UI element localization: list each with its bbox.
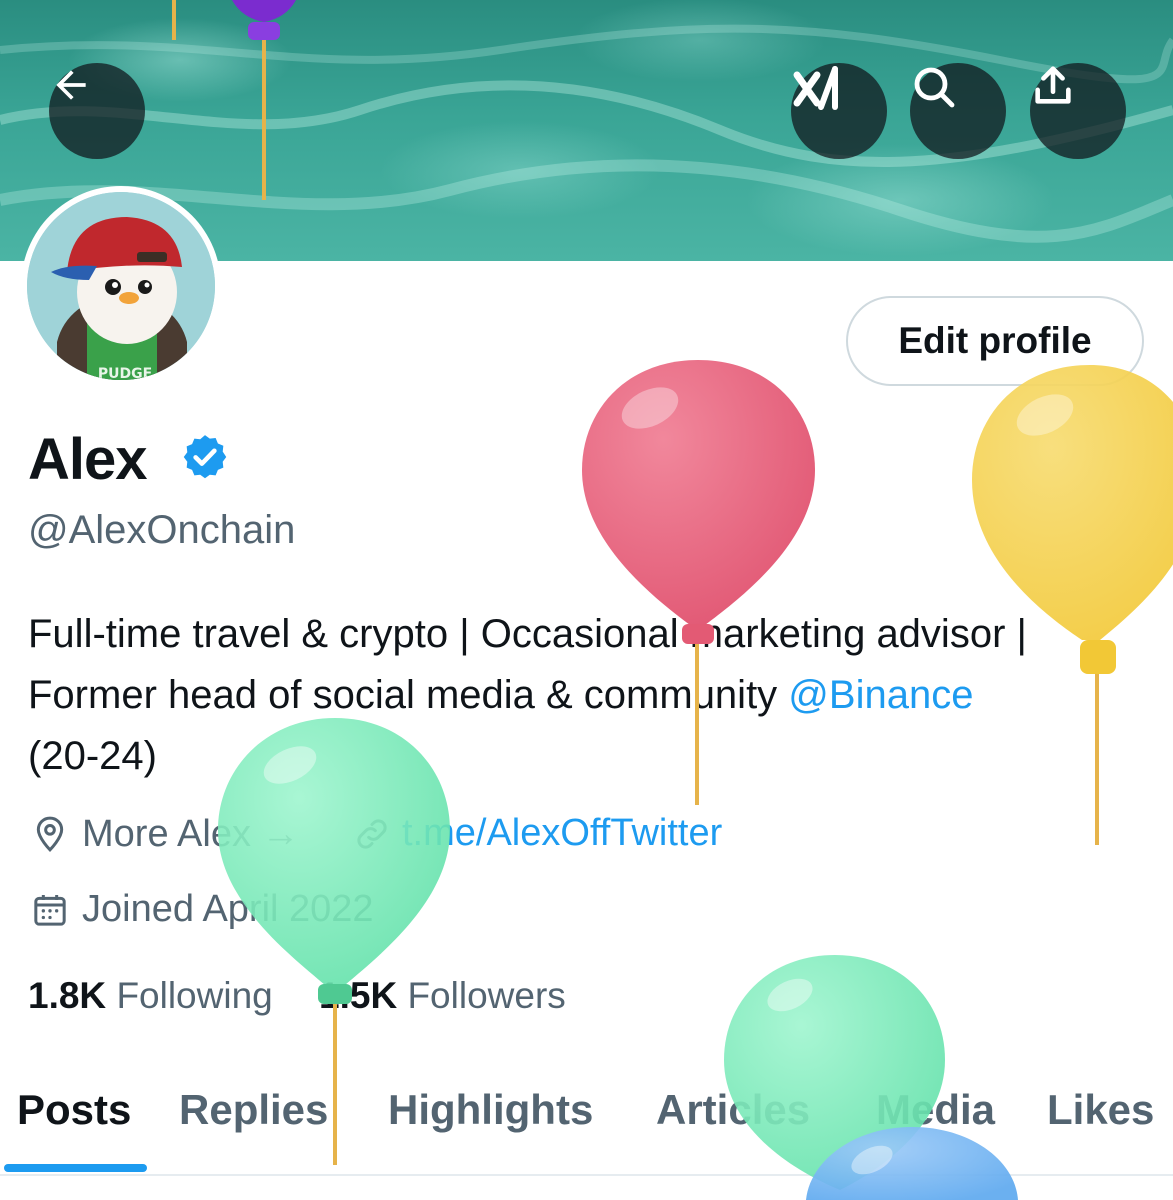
joined-date: Joined April 2022 <box>82 888 374 930</box>
tab-posts[interactable]: Posts <box>17 1086 131 1134</box>
share-button[interactable] <box>1030 63 1126 159</box>
tab-articles[interactable]: Articles <box>656 1086 810 1134</box>
bio-line-1: Full-time travel & crypto | Occasional m… <box>28 612 1027 656</box>
bio-text: Former head of social media & community <box>28 673 789 717</box>
active-tab-indicator <box>4 1164 147 1172</box>
calendar-icon <box>34 894 66 926</box>
avatar-image: PUDGE <box>27 192 215 380</box>
follow-stats: 1.8K Following 1.5K Followers <box>28 975 566 1017</box>
edit-profile-button[interactable]: Edit profile <box>846 296 1144 386</box>
profile-name: Alex <box>28 427 148 492</box>
back-button[interactable] <box>49 63 145 159</box>
followers-link[interactable]: 1.5K Followers <box>319 975 566 1016</box>
tab-replies[interactable]: Replies <box>179 1086 328 1134</box>
grok-icon <box>793 66 838 110</box>
search-icon <box>914 67 955 108</box>
following-label: Following <box>116 975 273 1016</box>
joined-row: Joined April 2022 <box>30 888 374 931</box>
followers-count: 1.5K <box>319 975 398 1016</box>
search-button[interactable] <box>910 63 1006 159</box>
tab-likes[interactable]: Likes <box>1047 1086 1154 1134</box>
svg-text:PUDGE: PUDGE <box>98 366 152 380</box>
following-link[interactable]: 1.8K Following <box>28 975 273 1016</box>
following-count: 1.8K <box>28 975 107 1016</box>
profile-handle: @AlexOnchain <box>28 508 296 552</box>
grok-button[interactable] <box>791 63 887 159</box>
profile-bio: Full-time travel & crypto | Occasional m… <box>28 604 1168 787</box>
tab-media[interactable]: Media <box>876 1086 995 1134</box>
followers-label: Followers <box>407 975 566 1016</box>
bio-mention-link[interactable]: @Binance <box>788 673 973 717</box>
bio-line-3: (20-24) <box>28 734 157 778</box>
bio-line-2: Former head of social media & community … <box>28 665 1168 726</box>
location-text[interactable]: More Alex → <box>82 813 300 856</box>
profile-tabs: Posts Replies Highlights Articles Media … <box>0 1080 1173 1175</box>
website-row[interactable]: t.me/AlexOffTwitter <box>352 812 722 855</box>
location-row: More Alex → <box>30 812 300 856</box>
avatar[interactable]: PUDGE <box>21 186 221 386</box>
share-icon <box>1035 66 1071 104</box>
tabs-divider <box>0 1174 1173 1176</box>
link-icon <box>357 818 387 849</box>
website-link[interactable]: t.me/AlexOffTwitter <box>402 812 722 855</box>
location-pin-icon <box>36 816 64 852</box>
back-arrow-icon <box>56 70 86 100</box>
verified-badge-icon[interactable] <box>180 432 230 482</box>
tab-highlights[interactable]: Highlights <box>388 1086 593 1134</box>
